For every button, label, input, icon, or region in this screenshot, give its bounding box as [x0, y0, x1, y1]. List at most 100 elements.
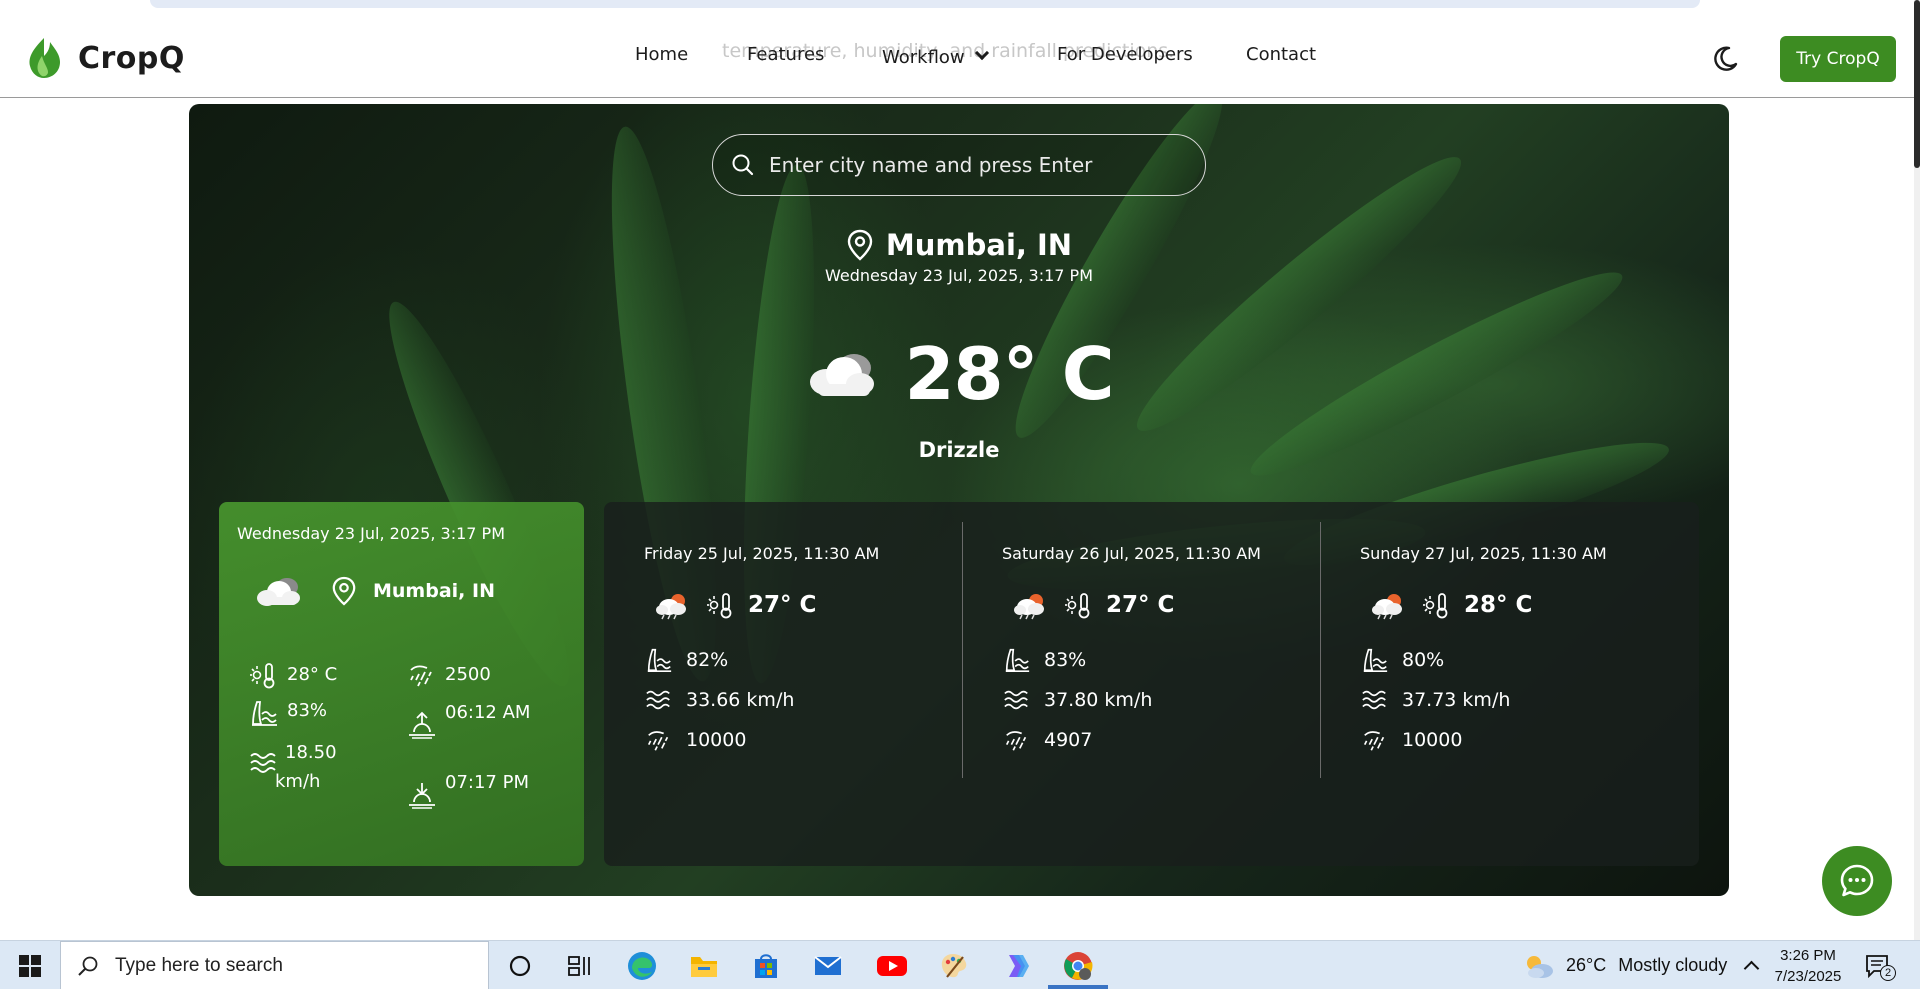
- forecast-humidity: 83%: [1002, 646, 1086, 674]
- nav-for-developers[interactable]: For Developers: [1057, 44, 1193, 65]
- today-wind-value: 18.50: [285, 742, 337, 763]
- city-name: Mumbai, IN: [885, 228, 1073, 262]
- today-wind: 18.50 km/h: [249, 738, 337, 796]
- forecast-precipitation: 10000: [1360, 726, 1462, 754]
- today-temperature-value: 28° C: [287, 664, 338, 685]
- current-location: Mumbai, IN: [189, 228, 1729, 262]
- humidity-icon: [1363, 648, 1388, 673]
- forecast-wind: 33.66 km/h: [644, 686, 794, 714]
- active-app-indicator: [1048, 985, 1108, 989]
- forecast-precipitation-value: 10000: [1402, 729, 1463, 751]
- try-cropq-button[interactable]: Try CropQ: [1780, 36, 1896, 82]
- today-city: Mumbai, IN: [373, 580, 495, 602]
- thermometer-sun-icon: [707, 593, 732, 619]
- windows-logo-icon: [19, 954, 41, 977]
- nav-features[interactable]: Features: [747, 44, 824, 65]
- cloud-icon: [810, 354, 875, 396]
- rain-sun-icon: [1005, 731, 1027, 751]
- today-temperature: 28° C: [249, 660, 337, 690]
- paint-icon[interactable]: [936, 948, 972, 984]
- youtube-icon[interactable]: [874, 948, 910, 984]
- thermometer-sun-icon: [250, 663, 275, 689]
- today-wind-text: 18.50 km/h: [275, 738, 337, 796]
- task-view-icon[interactable]: [562, 948, 598, 984]
- windows-taskbar: Type here to search 26°C Mostly cloudy 3…: [0, 940, 1920, 989]
- cortana-icon[interactable]: [502, 948, 538, 984]
- start-button[interactable]: [0, 941, 60, 989]
- wind-waves-icon: [1362, 690, 1386, 710]
- forecast-humidity-value: 82%: [686, 649, 729, 671]
- today-precipitation: 2500: [407, 660, 491, 690]
- forecast-temperature: 27° C: [748, 592, 817, 618]
- forecast-datetime: Sunday 27 Jul, 2025, 11:30 AM: [1360, 544, 1607, 563]
- cloud-sun-rain-icon: [1372, 594, 1402, 620]
- taskbar-search-placeholder: Type here to search: [115, 954, 283, 976]
- taskbar-weather-text: Mostly cloudy: [1618, 955, 1728, 975]
- today-sunset-value: 07:17 PM: [445, 772, 529, 793]
- mail-icon[interactable]: [810, 948, 846, 984]
- notification-center[interactable]: 2: [1864, 941, 1908, 989]
- today-weather-card: Wednesday 23 Jul, 2025, 3:17 PM Mumbai, …: [219, 502, 584, 866]
- humidity-icon: [647, 648, 672, 673]
- edge-browser-icon[interactable]: [624, 948, 660, 984]
- show-hidden-icons[interactable]: [1743, 941, 1760, 989]
- humidity-icon: [1005, 648, 1030, 673]
- search-icon: [78, 956, 98, 976]
- forecast-temperature-row: 27° C: [1012, 590, 1174, 620]
- sunset-icon: [409, 783, 435, 809]
- nav-home[interactable]: Home: [635, 44, 688, 65]
- taskbar-clock[interactable]: 3:26 PM 7/23/2025: [1768, 945, 1848, 987]
- city-search-box[interactable]: [712, 134, 1206, 196]
- wind-waves-icon: [1004, 690, 1028, 710]
- location-pin-icon: [847, 229, 873, 261]
- clock-date: 7/23/2025: [1774, 968, 1842, 985]
- notification-count: 2: [1880, 964, 1896, 981]
- page-scrollbar-thumb[interactable]: [1914, 0, 1920, 168]
- nav-workflow[interactable]: Workflow: [882, 45, 989, 68]
- clock-time: 3:26 PM: [1780, 947, 1836, 964]
- nav-workflow-label: Workflow: [882, 47, 965, 68]
- copilot-icon[interactable]: [998, 948, 1034, 984]
- main-nav: Home Features Workflow For Developers Co…: [0, 44, 1920, 74]
- forecast-temperature: 27° C: [1106, 592, 1175, 618]
- cloud-icon: [257, 578, 300, 606]
- chrome-icon[interactable]: [1060, 948, 1096, 984]
- taskbar-search[interactable]: Type here to search: [60, 941, 489, 989]
- forecast-wind: 37.73 km/h: [1360, 686, 1510, 714]
- today-sunrise-value: 06:12 AM: [445, 702, 531, 723]
- today-humidity: 83%: [249, 698, 327, 728]
- chat-bubble-icon: [1840, 864, 1874, 897]
- chevron-down-icon: [974, 45, 989, 61]
- forecast-day-card: Sunday 27 Jul, 2025, 11:30 AM 28° C 80% …: [1320, 522, 1678, 778]
- rain-sun-icon: [410, 665, 432, 687]
- thermometer-sun-icon: [1065, 593, 1090, 619]
- cloud-sun-rain-icon: [1014, 594, 1044, 620]
- taskbar-weather[interactable]: 26°C Mostly cloudy: [1522, 941, 1727, 989]
- forecast-day-card: Saturday 26 Jul, 2025, 11:30 AM 27° C 83…: [962, 522, 1320, 778]
- moon-icon[interactable]: [1710, 44, 1740, 74]
- nav-contact[interactable]: Contact: [1246, 44, 1316, 65]
- forecast-humidity-value: 80%: [1402, 649, 1445, 671]
- today-location: Mumbai, IN: [255, 574, 495, 608]
- forecast-wind-value: 33.66 km/h: [686, 689, 795, 711]
- forecast-precipitation-value: 10000: [686, 729, 747, 751]
- current-datetime: Wednesday 23 Jul, 2025, 3:17 PM: [825, 266, 1093, 285]
- file-explorer-icon[interactable]: [686, 948, 722, 984]
- today-humidity-value: 83%: [287, 700, 328, 721]
- cloud-sun-rain-icon: [656, 594, 686, 620]
- current-temperature: 28° C: [904, 332, 1114, 416]
- search-icon: [732, 154, 754, 176]
- forecast-wind: 37.80 km/h: [1002, 686, 1152, 714]
- city-search-input[interactable]: [769, 153, 1189, 177]
- rain-sun-icon: [647, 731, 669, 751]
- forecast-wind-value: 37.80 km/h: [1044, 689, 1153, 711]
- forecast-temperature-row: 27° C: [654, 590, 816, 620]
- chevron-up-icon: [1743, 960, 1760, 977]
- today-precipitation-value: 2500: [445, 664, 491, 685]
- microsoft-store-icon[interactable]: [748, 948, 784, 984]
- humidity-icon: [252, 701, 277, 726]
- forecast-humidity-value: 83%: [1044, 649, 1087, 671]
- forecast-day-card: Friday 25 Jul, 2025, 11:30 AM 27° C 82% …: [604, 522, 962, 778]
- browser-top-edge: [150, 0, 1700, 8]
- chat-button[interactable]: [1822, 846, 1892, 916]
